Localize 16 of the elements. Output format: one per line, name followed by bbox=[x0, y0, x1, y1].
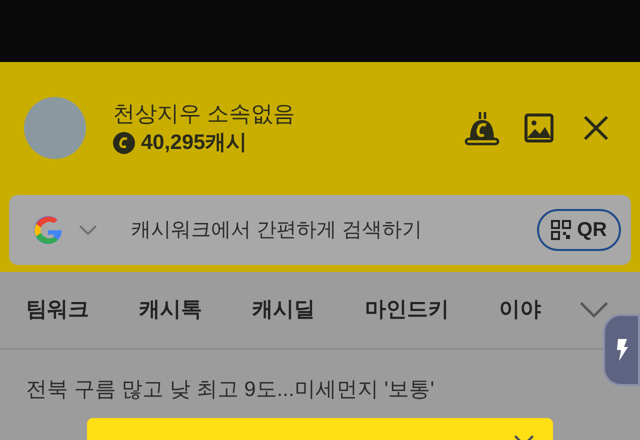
profile-name: 천상지우 소속없음 bbox=[113, 100, 296, 128]
qr-button[interactable]: QR bbox=[537, 209, 621, 251]
side-tab[interactable] bbox=[603, 314, 640, 386]
category-tab[interactable]: 마인드키 bbox=[365, 294, 449, 326]
chevron-down-icon[interactable] bbox=[580, 302, 608, 318]
search-placeholder: 캐시워크에서 간편하게 검색하기 bbox=[131, 218, 424, 243]
lightning-icon bbox=[614, 339, 628, 361]
category-tab[interactable]: 캐시톡 bbox=[139, 294, 202, 326]
category-tab[interactable]: 팀워크 bbox=[26, 294, 89, 326]
qr-code-icon bbox=[551, 220, 571, 240]
category-tab[interactable]: 캐시딜 bbox=[252, 294, 315, 326]
cash-balance: 40,295캐시 bbox=[141, 130, 248, 156]
google-logo-icon bbox=[33, 215, 63, 245]
category-tab[interactable]: 이야 bbox=[499, 294, 541, 326]
news-headline[interactable]: 전북 구름 많고 낮 최고 9도...미세먼지 '보통' bbox=[26, 378, 434, 401]
coin-icon bbox=[113, 132, 135, 154]
